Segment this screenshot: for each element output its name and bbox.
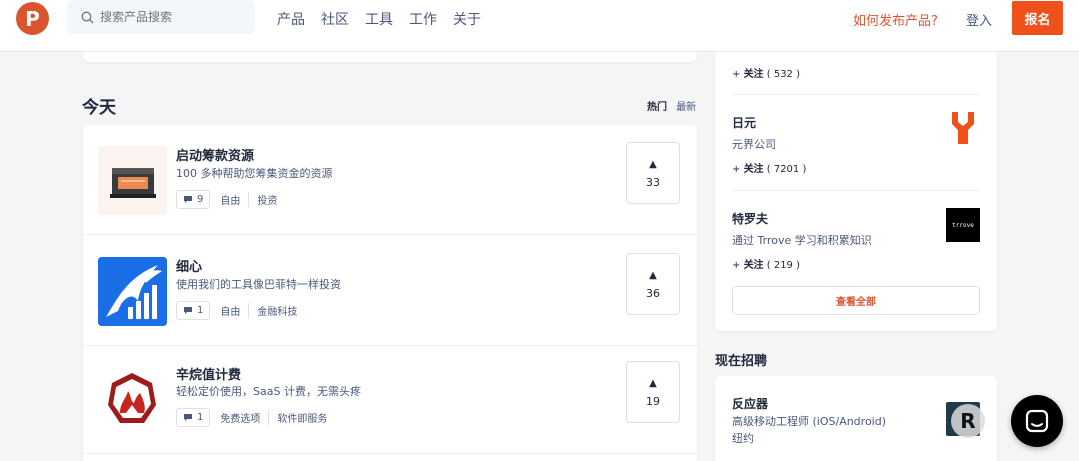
product-description: 轻松定价使用，SaaS 计费，无需头疼 <box>176 385 361 398</box>
product-meta: 1 自由 金融科技 <box>176 301 313 320</box>
product-title[interactable]: 辛烷值计费 <box>176 364 241 383</box>
product-tag[interactable]: 软件即服务 <box>277 410 335 425</box>
search-box[interactable] <box>67 0 255 34</box>
upvote-button[interactable]: ▲ 19 <box>626 361 680 423</box>
product-thumbnail[interactable] <box>98 365 167 434</box>
feed-title: 今天 <box>82 98 116 118</box>
comments-button[interactable]: 1 <box>176 301 211 320</box>
signup-button[interactable]: 报名 <box>1012 1 1063 35</box>
product-meta: 1 免费选项 软件即服务 <box>176 408 343 427</box>
product-meta: 9 自由 投资 <box>176 190 293 209</box>
follow-button[interactable]: + 关注 ( 7201 ) <box>732 160 806 175</box>
product-thumbnail[interactable] <box>98 146 167 215</box>
comment-count: 1 <box>197 305 204 316</box>
previous-card-bottom <box>83 52 697 62</box>
product-tag[interactable]: 投资 <box>257 192 285 207</box>
vote-count: 36 <box>646 286 660 300</box>
nav-about[interactable]: 关于 <box>453 9 481 29</box>
upvote-button[interactable]: ▲ 36 <box>626 253 680 315</box>
product-thumbnail[interactable] <box>98 257 167 326</box>
box-icon <box>110 168 156 198</box>
jobs-title: 现在招聘 <box>715 354 768 369</box>
nav-jobs[interactable]: 工作 <box>409 9 437 29</box>
main-nav: 产品 社区 工具 工作 关于 <box>277 9 497 29</box>
login-link[interactable]: 登入 <box>966 10 992 29</box>
dragon-chart-icon <box>98 257 167 326</box>
nav-products[interactable]: 产品 <box>277 9 305 29</box>
comments-button[interactable]: 9 <box>176 190 211 209</box>
maker-description: 通过 Trrove 学习和积累知识 <box>732 234 872 247</box>
maker-description: 元界公司 <box>732 138 776 151</box>
how-to-post-link[interactable]: 如何发布产品? <box>853 10 938 29</box>
divider <box>732 94 980 95</box>
vote-count: 19 <box>646 394 660 408</box>
job-location: 纽约 <box>732 432 754 445</box>
upvote-triangle-icon: ▲ <box>649 377 657 389</box>
jobs-card: 反应器 高级移动工程师 (iOS/Android) 纽约 R <box>715 376 997 461</box>
chat-icon <box>1025 409 1049 433</box>
product-description: 100 多种帮助您筹集资金的资源 <box>176 167 333 180</box>
comment-count: 1 <box>197 412 204 423</box>
search-icon <box>81 11 94 23</box>
comment-icon <box>184 307 192 314</box>
octane-flame-icon <box>108 373 156 423</box>
comment-count: 9 <box>197 194 204 205</box>
comment-icon <box>184 414 192 421</box>
product-description: 使用我们的工具像巴菲特一样投资 <box>176 278 341 291</box>
follow-button[interactable]: + 关注 ( 219 ) <box>732 256 800 271</box>
upvote-triangle-icon: ▲ <box>649 269 657 281</box>
product-tag[interactable]: 自由 <box>220 303 250 318</box>
job-company[interactable]: 反应器 <box>732 395 768 412</box>
makers-card: + 关注 ( 532 ) 日元 元界公司 + 关注 ( 7201 ) 特罗夫 通… <box>715 52 997 331</box>
sort-new[interactable]: 最新 <box>676 102 696 113</box>
nav-community[interactable]: 社区 <box>321 9 349 29</box>
product-title[interactable]: 细心 <box>176 256 202 275</box>
product-tag[interactable]: 免费选项 <box>220 410 270 425</box>
maker-name[interactable]: 特罗夫 <box>732 210 768 227</box>
yuan-logo-icon <box>952 112 974 144</box>
product-tag[interactable]: 自由 <box>220 192 250 207</box>
product-title[interactable]: 启动筹款资源 <box>176 145 254 164</box>
trrove-logo: trrove <box>946 208 980 242</box>
see-all-button[interactable]: 查看全部 <box>732 286 980 315</box>
product-hunt-logo[interactable]: P <box>16 2 49 35</box>
product-item[interactable]: 辛烷值计费 轻松定价使用，SaaS 计费，无需头疼 1 免费选项 软件即服务 ▲… <box>83 344 697 454</box>
product-item[interactable]: 启动筹款资源 100 多种帮助您筹集资金的资源 9 自由 投资 ▲ 33 <box>83 125 697 235</box>
sort-hot[interactable]: 热门 <box>647 102 667 113</box>
divider <box>732 190 980 191</box>
product-tag[interactable]: 金融科技 <box>257 303 305 318</box>
maker-name[interactable]: 日元 <box>732 114 756 131</box>
top-header: P 产品 社区 工具 工作 关于 如何发布产品? 登入 报名 <box>0 0 1079 52</box>
company-logo-r: R <box>951 404 985 438</box>
search-input[interactable] <box>100 10 240 24</box>
upvote-button[interactable]: ▲ 33 <box>626 142 680 204</box>
comment-icon <box>184 196 192 203</box>
upvote-triangle-icon: ▲ <box>649 158 657 170</box>
feed-sort: 热门 最新 <box>647 98 696 113</box>
comments-button[interactable]: 1 <box>176 408 211 427</box>
job-role: 高级移动工程师 (iOS/Android) <box>732 415 887 428</box>
follow-button[interactable]: + 关注 ( 532 ) <box>732 65 800 80</box>
chat-launcher-button[interactable] <box>1011 395 1063 447</box>
product-feed: 启动筹款资源 100 多种帮助您筹集资金的资源 9 自由 投资 ▲ 33 细心 … <box>83 125 697 461</box>
nav-tools[interactable]: 工具 <box>365 9 393 29</box>
vote-count: 33 <box>646 175 660 189</box>
product-item[interactable]: 细心 使用我们的工具像巴菲特一样投资 1 自由 金融科技 ▲ 36 <box>83 236 697 346</box>
